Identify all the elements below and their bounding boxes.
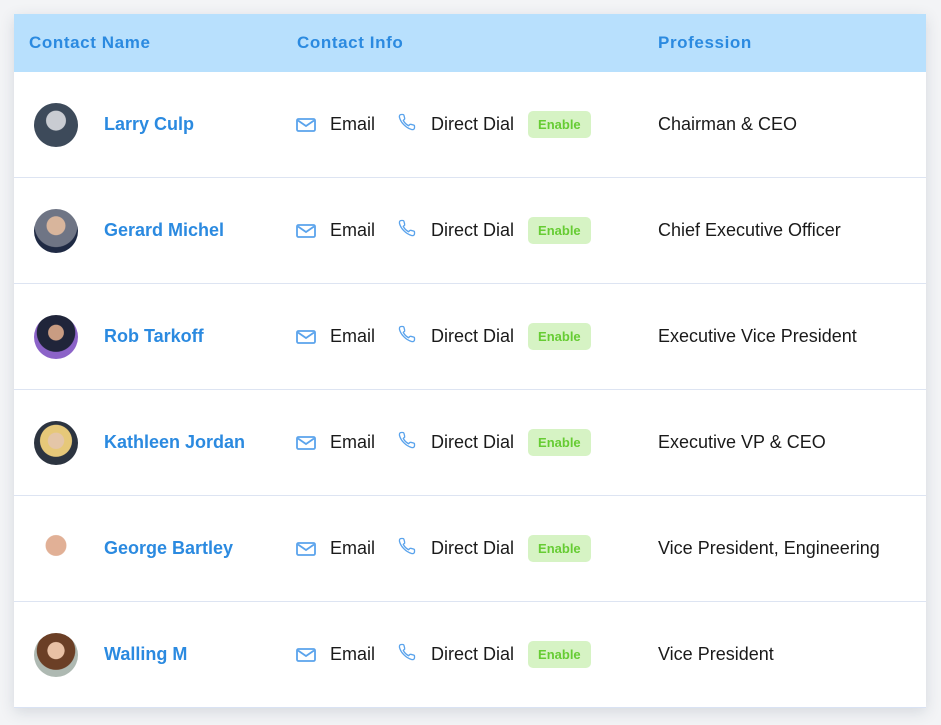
contacts-table: Contact Name Contact Info Profession Lar…	[14, 14, 926, 708]
mail-icon[interactable]	[296, 329, 316, 344]
contact-name-link[interactable]: George Bartley	[104, 496, 233, 601]
avatar[interactable]	[34, 103, 78, 147]
contact-info: Email Direct Dial Enable	[296, 178, 591, 283]
table-row: Gerard Michel Email Direct Dial Enable C…	[14, 177, 926, 283]
table-row: George Bartley Email Direct Dial Enable …	[14, 495, 926, 601]
contact-name-link[interactable]: Rob Tarkoff	[104, 284, 204, 389]
avatar[interactable]	[34, 209, 78, 253]
avatar[interactable]	[34, 527, 78, 571]
direct-dial-link[interactable]: Direct Dial	[431, 326, 514, 347]
email-link[interactable]: Email	[330, 114, 375, 135]
direct-dial-link[interactable]: Direct Dial	[431, 114, 514, 135]
email-link[interactable]: Email	[330, 644, 375, 665]
enable-badge-button[interactable]: Enable	[528, 429, 591, 456]
phone-icon[interactable]	[397, 536, 417, 556]
contact-name-link[interactable]: Gerard Michel	[104, 178, 224, 283]
contact-info: Email Direct Dial Enable	[296, 496, 591, 601]
avatar[interactable]	[34, 421, 78, 465]
avatar[interactable]	[34, 315, 78, 359]
contact-name-link[interactable]: Walling M	[104, 602, 187, 707]
contact-info: Email Direct Dial Enable	[296, 390, 591, 495]
direct-dial-link[interactable]: Direct Dial	[431, 644, 514, 665]
phone-icon[interactable]	[397, 430, 417, 450]
table-header: Contact Name Contact Info Profession	[14, 14, 926, 72]
contact-name-link[interactable]: Kathleen Jordan	[104, 390, 245, 495]
enable-badge-button[interactable]: Enable	[528, 535, 591, 562]
mail-icon[interactable]	[296, 647, 316, 662]
phone-icon[interactable]	[397, 218, 417, 238]
table-row: Kathleen Jordan Email Direct Dial Enable…	[14, 389, 926, 495]
table-row: Larry Culp Email Direct Dial Enable Chai…	[14, 72, 926, 177]
contact-info: Email Direct Dial Enable	[296, 72, 591, 177]
table-row: Rob Tarkoff Email Direct Dial Enable Exe…	[14, 283, 926, 389]
direct-dial-link[interactable]: Direct Dial	[431, 432, 514, 453]
phone-icon[interactable]	[397, 112, 417, 132]
table-row: Walling M Email Direct Dial Enable Vice …	[14, 601, 926, 707]
profession: Vice President	[658, 644, 774, 664]
enable-badge-button[interactable]: Enable	[528, 323, 591, 350]
contact-name-link[interactable]: Larry Culp	[104, 72, 194, 177]
profession: Executive Vice President	[658, 326, 857, 346]
phone-icon[interactable]	[397, 642, 417, 662]
profession: Chief Executive Officer	[658, 220, 841, 240]
enable-badge-button[interactable]: Enable	[528, 641, 591, 668]
contact-info: Email Direct Dial Enable	[296, 602, 591, 707]
profession: Chairman & CEO	[658, 114, 798, 134]
mail-icon[interactable]	[296, 541, 316, 556]
avatar[interactable]	[34, 633, 78, 677]
email-link[interactable]: Email	[330, 432, 375, 453]
phone-icon[interactable]	[397, 324, 417, 344]
contact-info: Email Direct Dial Enable	[296, 284, 591, 389]
header-contact-name: Contact Name	[29, 33, 151, 52]
email-link[interactable]: Email	[330, 326, 375, 347]
direct-dial-link[interactable]: Direct Dial	[431, 220, 514, 241]
email-link[interactable]: Email	[330, 220, 375, 241]
profession: Executive VP & CEO	[658, 432, 826, 452]
enable-badge-button[interactable]: Enable	[528, 111, 591, 138]
email-link[interactable]: Email	[330, 538, 375, 559]
mail-icon[interactable]	[296, 117, 316, 132]
enable-badge-button[interactable]: Enable	[528, 217, 591, 244]
profession: Vice President, Engineering	[658, 538, 880, 558]
header-profession: Profession	[658, 33, 752, 52]
header-contact-info: Contact Info	[297, 33, 404, 52]
direct-dial-link[interactable]: Direct Dial	[431, 538, 514, 559]
mail-icon[interactable]	[296, 435, 316, 450]
mail-icon[interactable]	[296, 223, 316, 238]
